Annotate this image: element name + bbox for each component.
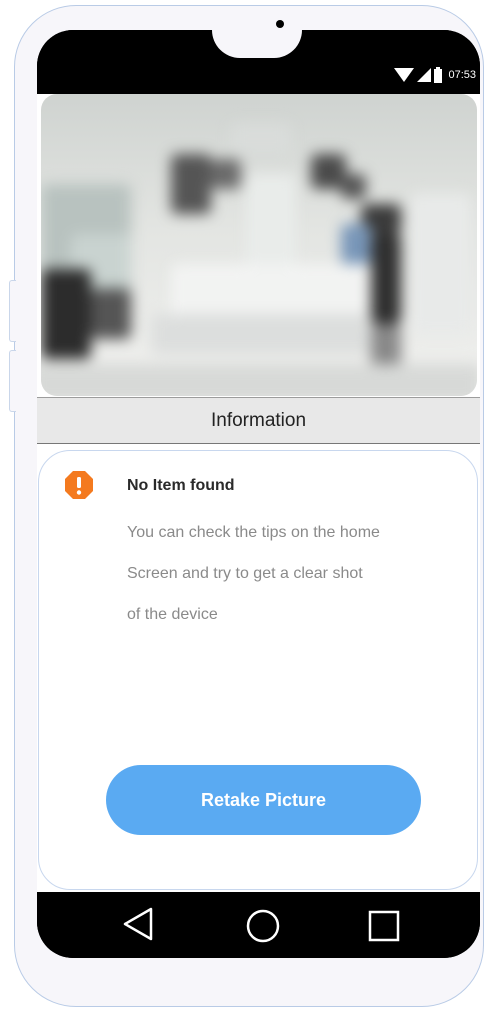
- result-card: No Item found You can check the tips on …: [38, 450, 478, 890]
- wifi-icon: [394, 68, 415, 82]
- navigation-bar: [37, 892, 480, 958]
- main-content: Information No Item found You can check …: [37, 94, 480, 894]
- message-line-1: You can check the tips on the home: [127, 524, 380, 541]
- message-line-2: Screen and try to get a clear shot: [127, 565, 363, 582]
- information-header: Information: [37, 397, 480, 444]
- camera-sensor-icon: [276, 20, 284, 28]
- warning-octagon-icon: [65, 471, 93, 499]
- front-camera-icon: [426, 32, 440, 46]
- retake-picture-button[interactable]: Retake Picture: [106, 765, 421, 835]
- recents-icon[interactable]: [365, 904, 405, 944]
- power-button: [9, 350, 16, 412]
- message-line-3: of the device: [127, 606, 218, 623]
- camera-photo-preview: [41, 94, 477, 396]
- status-bar: 07:53: [37, 30, 480, 94]
- status-icons: 07:53: [394, 66, 476, 84]
- information-title: Information: [210, 409, 307, 431]
- signal-icon: [417, 68, 432, 82]
- volume-button: [9, 280, 16, 342]
- home-icon[interactable]: [243, 904, 283, 944]
- battery-icon: [434, 67, 443, 83]
- message-title: No Item found: [127, 477, 235, 494]
- phone-screen: 07:53 Information No Item found You can …: [37, 30, 480, 958]
- status-time: 07:53: [448, 69, 476, 81]
- back-icon[interactable]: [119, 904, 159, 944]
- notch: [212, 30, 440, 58]
